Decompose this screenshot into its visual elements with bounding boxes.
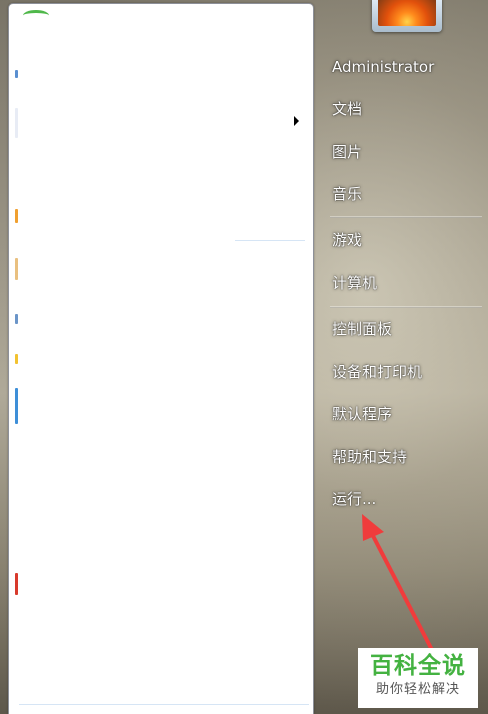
watermark: 百科全说 助你轻松解决 xyxy=(358,648,478,708)
start-menu: Administrator 文档 图片 音乐 游戏 计算机 控制面板 设备和打印… xyxy=(0,0,488,714)
watermark-subtitle: 助你轻松解决 xyxy=(375,682,460,697)
annotation-arrow-icon xyxy=(362,514,434,652)
watermark-title: 百科全说 xyxy=(370,653,466,679)
